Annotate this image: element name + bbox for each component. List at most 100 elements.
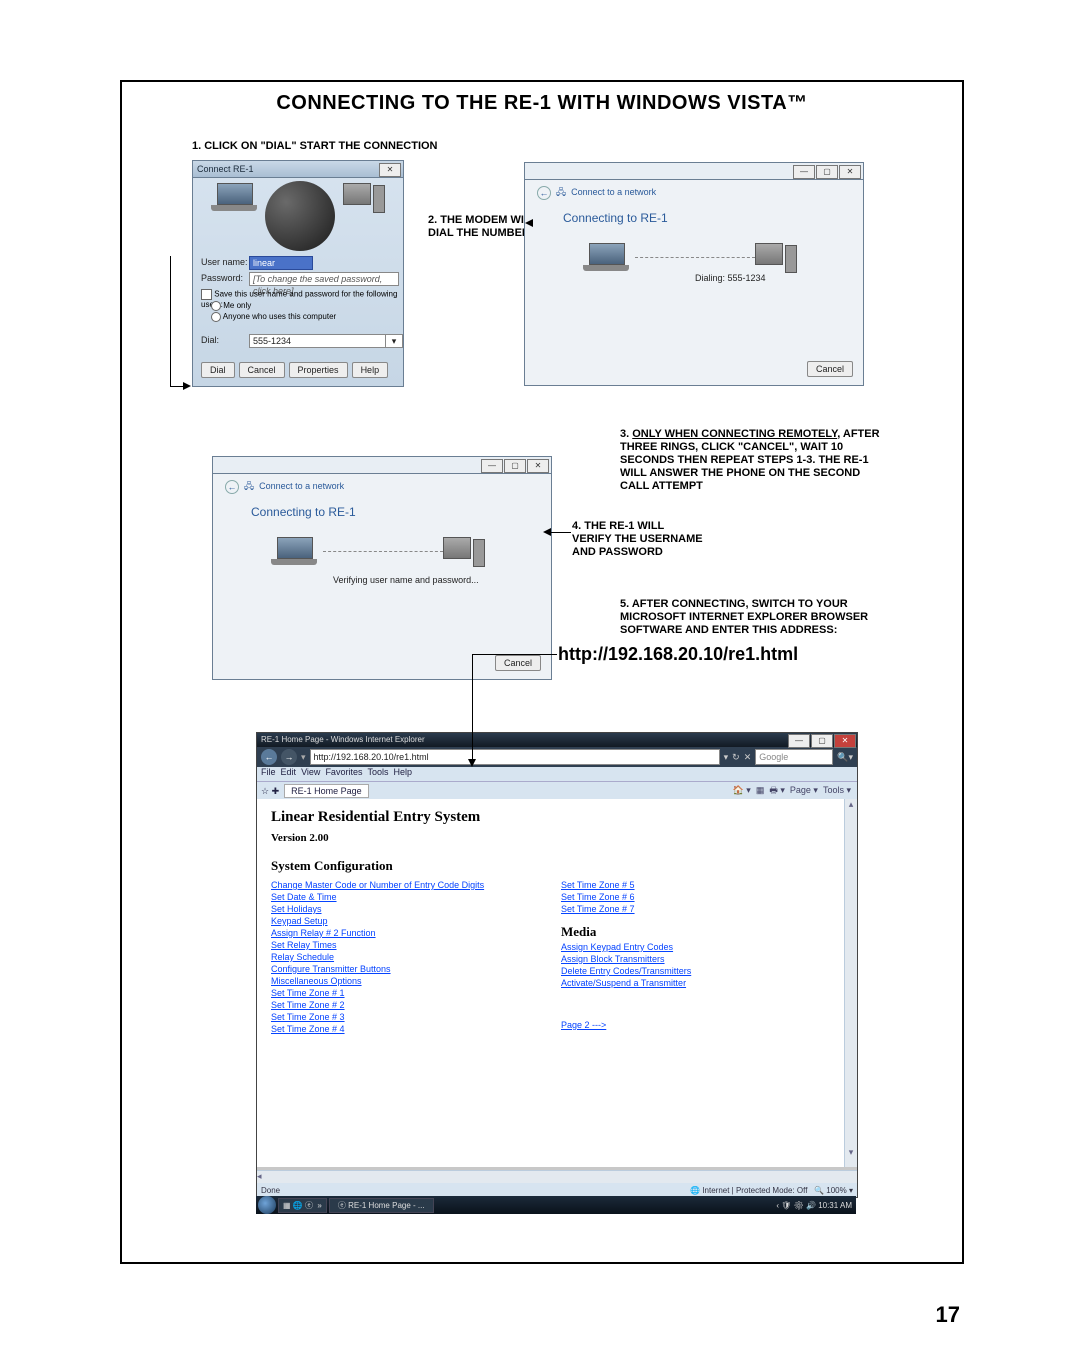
search-field[interactable]: Google — [755, 749, 833, 765]
link-page2[interactable]: Page 2 ---> — [561, 1020, 606, 1030]
status-zone: Internet | Protected Mode: Off — [702, 1186, 807, 1195]
content-h1: Linear Residential Entry System — [271, 809, 831, 826]
laptop-icon — [211, 183, 257, 213]
config-link[interactable]: Relay Schedule — [271, 952, 561, 962]
scrollbar-h[interactable]: ◂ — [257, 1170, 857, 1183]
feed-icon[interactable]: ▦ — [756, 785, 765, 795]
scrollbar-v[interactable]: ▴▾ — [844, 799, 857, 1167]
arrow-icon — [517, 219, 533, 227]
clock: 10:31 AM — [818, 1201, 852, 1210]
step-5: 5. AFTER CONNECTING, SWITCH TO YOUR MICR… — [620, 598, 880, 637]
radio-me[interactable] — [211, 301, 221, 311]
pc-icon — [755, 243, 795, 275]
connection-line — [323, 551, 443, 553]
back-icon[interactable]: ← — [537, 186, 551, 200]
page-menu[interactable]: Page — [790, 785, 811, 795]
username-label: User name: — [201, 257, 248, 267]
status-done: Done — [261, 1186, 280, 1195]
arrow-icon — [183, 382, 191, 390]
dial-button[interactable]: Dial — [201, 362, 235, 378]
dialog-title: Connect RE-1 — [197, 164, 254, 174]
content-h3: Media — [561, 924, 811, 940]
url-address: http://192.168.20.10/re1.html — [558, 644, 798, 665]
content-h2: System Configuration — [271, 858, 831, 874]
dialog-verifying: —▢✕ ← 🖧 Connect to a network Connecting … — [212, 456, 552, 680]
cancel-button[interactable]: Cancel — [239, 362, 285, 378]
connection-line — [635, 257, 755, 259]
config-link[interactable]: Set Time Zone # 3 — [271, 1012, 561, 1022]
favorites-icon[interactable]: ☆ — [261, 786, 269, 796]
dial-dropdown[interactable]: ▾ — [385, 334, 403, 348]
config-link[interactable]: Change Master Code or Number of Entry Co… — [271, 880, 561, 890]
config-link[interactable]: Configure Transmitter Buttons — [271, 964, 561, 974]
help-button[interactable]: Help — [352, 362, 389, 378]
taskbar-button[interactable]: ⓔ RE-1 Home Page - ... — [329, 1198, 434, 1213]
callout-line — [551, 532, 571, 533]
laptop-icon — [583, 243, 629, 273]
config-link[interactable]: Set Time Zone # 6 — [561, 892, 811, 902]
config-link[interactable]: Set Time Zone # 1 — [271, 988, 561, 998]
verifying-status: Verifying user name and password... — [333, 575, 479, 585]
back-icon[interactable]: ← — [225, 480, 239, 494]
tray-icons[interactable]: ‹ 🛡 ⚙ 🔊 — [776, 1201, 818, 1210]
chevron-down-icon[interactable]: ▾ — [724, 752, 729, 763]
zoom-level[interactable]: 🔍 100% ▾ — [814, 1186, 853, 1195]
page-title: CONNECTING TO THE RE-1 WITH WINDOWS VIST… — [122, 92, 962, 115]
radio-me-label: Me only — [223, 301, 251, 310]
config-link[interactable]: Activate/Suspend a Transmitter — [561, 978, 811, 988]
ie-menubar[interactable]: File Edit View Favorites Tools Help — [257, 767, 857, 781]
window-controls[interactable]: ✕ — [379, 163, 401, 177]
arrow-icon — [468, 759, 476, 767]
config-link[interactable]: Set Time Zone # 5 — [561, 880, 811, 890]
callout-line — [472, 654, 557, 761]
dialog-header: Connect to a network — [259, 481, 344, 491]
ie-titlebar: RE-1 Home Page - Windows Internet Explor… — [257, 733, 857, 747]
cancel-button[interactable]: Cancel — [807, 361, 853, 377]
config-link[interactable]: Miscellaneous Options — [271, 976, 561, 986]
config-link[interactable]: Set Date & Time — [271, 892, 561, 902]
config-link[interactable]: Set Time Zone # 4 — [271, 1024, 561, 1034]
search-icon[interactable]: 🔍▾ — [837, 752, 853, 763]
password-label: Password: — [201, 273, 243, 283]
window-controls[interactable]: —▢✕ — [793, 165, 861, 179]
step-3: 3. ONLY WHEN CONNECTING REMOTELY, AFTER … — [620, 428, 880, 493]
step-1: 1. CLICK ON "DIAL" START THE CONNECTION — [192, 140, 438, 152]
password-field[interactable]: [To change the saved password, click her… — [249, 272, 399, 286]
config-link[interactable]: Set Holidays — [271, 904, 561, 914]
window-controls[interactable]: —▢✕ — [481, 459, 549, 473]
quicklaunch[interactable]: ▦ 🌐 ⓔ » — [278, 1198, 327, 1213]
dial-number-field[interactable]: 555-1234 — [249, 334, 391, 348]
radio-anyone-label: Anyone who uses this computer — [223, 312, 336, 321]
config-link[interactable]: Assign Keypad Entry Codes — [561, 942, 811, 952]
monitor-icon: 🖧 — [244, 481, 254, 491]
window-controls[interactable]: —▢✕ — [788, 734, 856, 748]
page-number: 17 — [936, 1302, 960, 1328]
globe-icon: 🌐 — [690, 1186, 700, 1195]
config-link[interactable]: Set Relay Times — [271, 940, 561, 950]
laptop-icon — [271, 537, 317, 567]
pc-icon — [343, 183, 383, 215]
dialing-status: Dialing: 555-1234 — [695, 273, 766, 283]
print-icon[interactable]: 🖶 — [769, 785, 778, 795]
dialog-connect-re1: Connect RE-1 ✕ User name: linear Passwor… — [192, 160, 404, 387]
start-button[interactable] — [258, 1196, 276, 1214]
back-button[interactable]: ← — [261, 749, 277, 765]
config-link[interactable]: Assign Relay # 2 Function — [271, 928, 561, 938]
username-field[interactable]: linear — [249, 256, 313, 270]
taskbar[interactable]: ▦ 🌐 ⓔ » ⓔ RE-1 Home Page - ... ‹ 🛡 ⚙ 🔊 1… — [256, 1196, 856, 1214]
config-link[interactable]: Set Time Zone # 2 — [271, 1000, 561, 1010]
save-checkbox[interactable] — [201, 289, 212, 300]
add-fav-icon[interactable]: ✚ — [272, 786, 280, 796]
refresh-icon[interactable]: ↻ — [732, 752, 740, 763]
config-link[interactable]: Delete Entry Codes/Transmitters — [561, 966, 811, 976]
config-link[interactable]: Set Time Zone # 7 — [561, 904, 811, 914]
home-icon[interactable]: 🏠 — [733, 785, 744, 795]
ie-statusbar: Done 🌐 Internet | Protected Mode: Off 🔍 … — [257, 1183, 857, 1197]
config-link[interactable]: Keypad Setup — [271, 916, 561, 926]
browser-tab[interactable]: RE-1 Home Page — [284, 784, 369, 798]
radio-anyone[interactable] — [211, 312, 221, 322]
properties-button[interactable]: Properties — [289, 362, 348, 378]
config-link[interactable]: Assign Block Transmitters — [561, 954, 811, 964]
tools-menu[interactable]: Tools — [823, 785, 844, 795]
forward-button[interactable]: → — [281, 749, 297, 765]
